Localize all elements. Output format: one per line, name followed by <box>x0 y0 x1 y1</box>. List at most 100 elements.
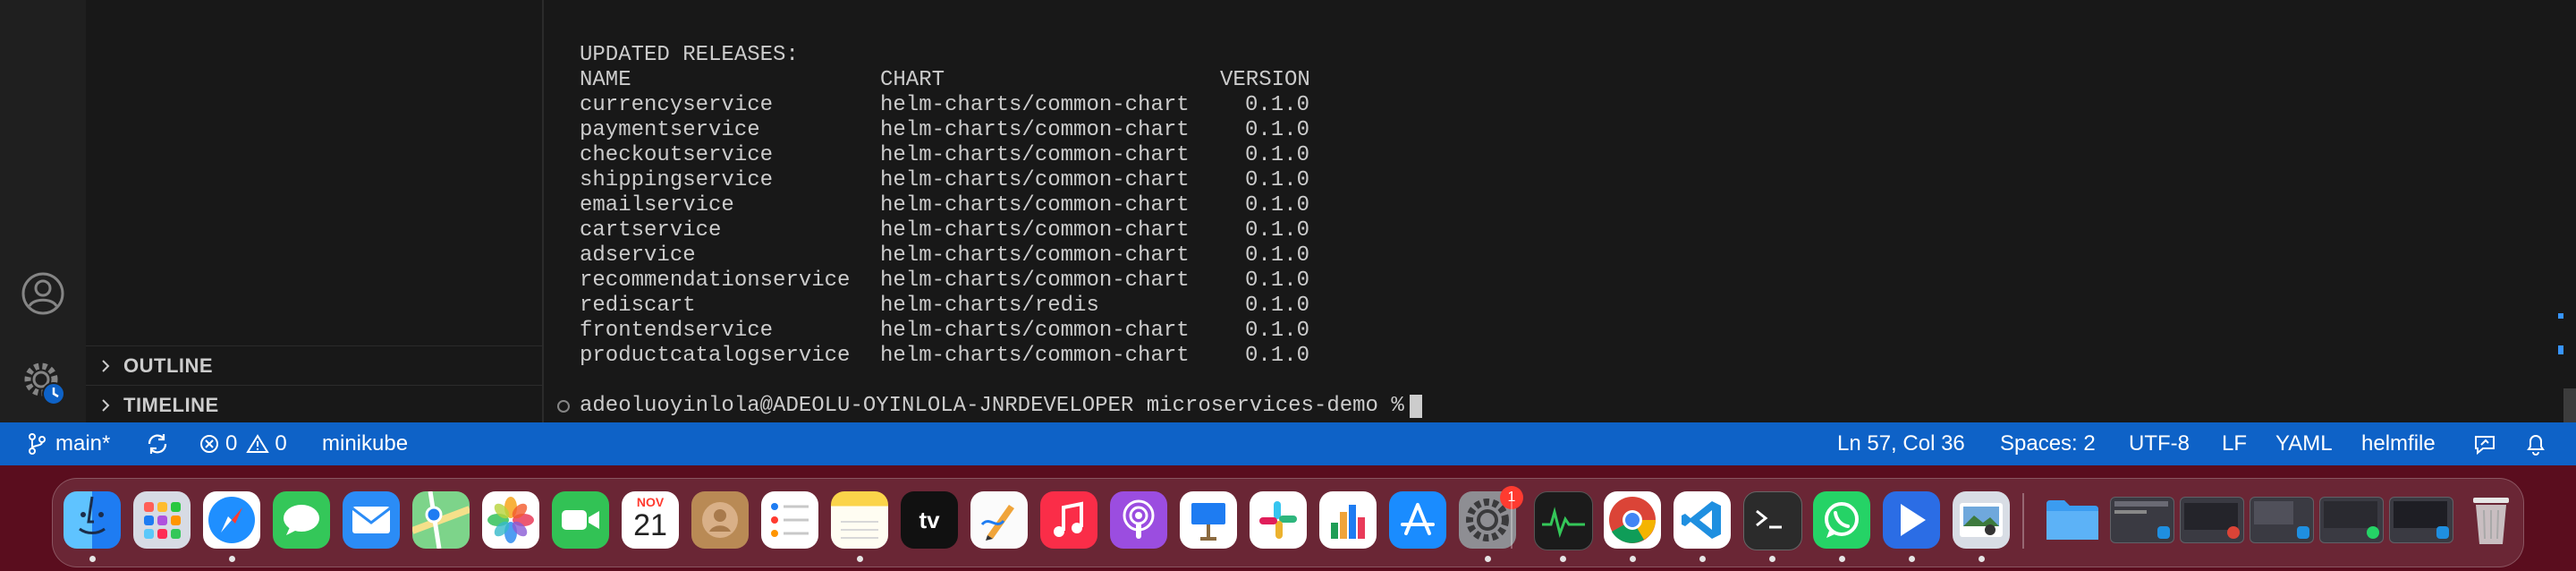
activity-monitor-icon[interactable] <box>1534 491 1593 550</box>
minimized-window-thumbnail[interactable] <box>2110 497 2174 543</box>
photos-icon[interactable] <box>482 491 539 549</box>
error-count: 0 <box>225 431 238 456</box>
maps-icon[interactable] <box>412 491 470 549</box>
calendar-day: 21 <box>633 508 667 542</box>
notes-icon[interactable] <box>831 491 888 549</box>
appstore-icon[interactable] <box>1389 491 1446 549</box>
release-chart: helm-charts/redis <box>880 294 1099 318</box>
release-chart: helm-charts/common-chart <box>880 93 1190 117</box>
file-type-selector[interactable]: helmfile <box>2361 422 2436 465</box>
contacts-icon[interactable] <box>691 491 749 549</box>
table-row: shippingservice helm-charts/common-chart 0… <box>580 168 1310 193</box>
release-chart: helm-charts/common-chart <box>880 193 1190 217</box>
safari-icon[interactable] <box>203 491 260 549</box>
appletv-icon[interactable]: tv <box>901 491 958 549</box>
launchpad-icon[interactable] <box>133 491 191 549</box>
folder-icon[interactable] <box>2044 491 2101 549</box>
running-indicator <box>857 556 863 562</box>
releases-header: UPDATED RELEASES: <box>580 43 799 67</box>
status-bar: main* 0 0 minikube Ln 57, Col 36 Spaces:… <box>0 422 2576 465</box>
chevron-right-icon <box>102 360 110 372</box>
column-version: VERSION <box>1220 68 1310 92</box>
scrollbar-marker <box>2558 345 2563 354</box>
release-name: emailservice <box>580 193 734 217</box>
running-indicator <box>1560 556 1566 562</box>
calendar-icon[interactable]: NOV 21 <box>622 491 679 549</box>
appletv-label: tv <box>919 506 940 533</box>
running-indicator <box>1839 556 1845 562</box>
cursor-position[interactable]: Ln 57, Col 36 <box>1837 422 1965 465</box>
release-chart: helm-charts/common-chart <box>880 143 1190 167</box>
terminal-prompt-line[interactable]: adeoluoyinlola@ADEOLU-OYINLOLA-JNRDEVELO… <box>556 392 1422 421</box>
release-name: recommendationservice <box>580 268 851 293</box>
release-version: 0.1.0 <box>1244 344 1309 368</box>
account-icon[interactable] <box>18 268 68 319</box>
outline-section-header[interactable]: OUTLINE <box>86 345 542 386</box>
release-chart: helm-charts/common-chart <box>880 168 1190 192</box>
release-version: 0.1.0 <box>1244 243 1309 268</box>
slack-icon[interactable] <box>1250 491 1307 549</box>
table-row: checkoutservice helm-charts/common-chart 0… <box>580 143 1310 168</box>
dock-separator <box>2022 493 2024 549</box>
settings-icon[interactable]: 1 <box>1459 486 1523 549</box>
terminal-output: UPDATED RELEASES: NAME CHART VERSION curre… <box>580 43 1310 369</box>
mail-icon[interactable] <box>343 491 400 549</box>
whatsapp-icon[interactable] <box>1813 491 1870 549</box>
chrome-icon[interactable] <box>1604 491 1661 549</box>
reminders-icon[interactable] <box>761 491 818 549</box>
release-version: 0.1.0 <box>1244 193 1309 217</box>
kubernetes-context[interactable]: minikube <box>322 422 408 465</box>
release-name: frontendservice <box>580 319 774 343</box>
table-row: currencyservice helm-charts/common-chart 0… <box>580 93 1310 118</box>
column-name: NAME <box>580 68 631 92</box>
podcasts-icon[interactable] <box>1110 491 1167 549</box>
release-version: 0.1.0 <box>1244 218 1309 243</box>
numbers-icon[interactable] <box>1319 491 1377 549</box>
keynote-icon[interactable] <box>1180 491 1237 549</box>
notifications-button[interactable] <box>2524 422 2547 465</box>
activity-bar <box>0 0 87 422</box>
indentation-setting[interactable]: Spaces: 2 <box>2000 422 2096 465</box>
freeform-icon[interactable] <box>970 491 1028 549</box>
release-name: shippingservice <box>580 168 774 192</box>
terminal-panel[interactable]: UPDATED RELEASES: NAME CHART VERSION curre… <box>544 0 2576 422</box>
terminal-icon[interactable] <box>1743 491 1802 550</box>
preview-icon[interactable] <box>1953 491 2010 549</box>
messages-icon[interactable] <box>273 491 330 549</box>
minimized-window-thumbnail[interactable] <box>2389 497 2453 543</box>
table-row: adservice helm-charts/common-chart 0.1.0 <box>580 243 1310 268</box>
minimized-window-thumbnail[interactable] <box>2319 497 2384 543</box>
timeline-section-header[interactable]: TIMELINE <box>86 385 542 425</box>
release-chart: helm-charts/common-chart <box>880 118 1190 142</box>
eol-setting[interactable]: LF <box>2222 422 2247 465</box>
prompt-text: adeoluoyinlola@ADEOLU-OYINLOLA-JNRDEVELO… <box>580 394 1404 418</box>
terminal-cursor <box>1409 395 1422 418</box>
minimized-window-thumbnail[interactable] <box>2250 497 2314 543</box>
facetime-icon[interactable] <box>552 491 609 549</box>
release-version: 0.1.0 <box>1244 168 1309 192</box>
bell-icon <box>2527 435 2545 456</box>
running-indicator <box>1979 556 1985 562</box>
branch-status-item[interactable]: main* <box>27 422 110 465</box>
running-indicator <box>89 556 96 562</box>
table-row: rediscart helm-charts/redis 0.1.0 <box>580 294 1310 319</box>
language-mode[interactable]: YAML <box>2275 422 2333 465</box>
sync-button[interactable] <box>145 422 170 465</box>
terminal-scrollbar-thumb[interactable] <box>2563 388 2576 422</box>
music-icon[interactable] <box>1040 491 1097 549</box>
feedback-button[interactable] <box>2472 422 2497 465</box>
finder-icon[interactable] <box>64 491 121 549</box>
release-chart: helm-charts/common-chart <box>880 319 1190 343</box>
trash-icon[interactable] <box>2462 491 2520 549</box>
vscode-window: OUTLINE TIMELINE UPDATED RELEASES: NAME C… <box>0 0 2576 465</box>
column-chart: CHART <box>880 68 945 92</box>
manage-gear-icon[interactable] <box>18 356 68 406</box>
problems-status-item[interactable]: 0 0 <box>199 422 287 465</box>
minimized-window-thumbnail[interactable] <box>2180 497 2244 543</box>
vscode-icon[interactable] <box>1674 491 1731 549</box>
release-version: 0.1.0 <box>1244 319 1309 343</box>
video-player-icon[interactable] <box>1883 491 1940 549</box>
encoding-setting[interactable]: UTF-8 <box>2129 422 2190 465</box>
running-indicator <box>229 556 235 562</box>
release-version: 0.1.0 <box>1244 118 1309 142</box>
